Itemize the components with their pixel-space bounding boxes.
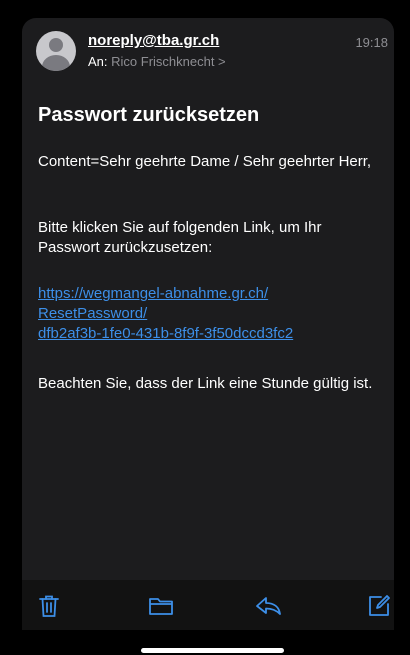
link-line-3[interactable]: dfb2af3b-1fe0-431b-8f9f-3f50dccd3fc2 — [38, 324, 383, 344]
instruction-text: Bitte klicken Sie auf folgenden Link, um… — [38, 219, 322, 256]
greeting-text: Content=Sehr geehrte Dame / Sehr geehrte… — [38, 153, 372, 170]
message-subject: Passwort zurücksetzen — [38, 104, 260, 126]
sender-address[interactable]: noreply@tba.gr.ch — [88, 32, 219, 49]
reply-icon[interactable] — [254, 593, 284, 619]
recipient-prefix: An: — [88, 54, 108, 69]
link-line-1[interactable]: https://wegmangel-abnahme.gr.ch/ — [38, 284, 383, 304]
message-body: Passwort zurücksetzen Content=Sehr geehr… — [22, 82, 394, 580]
link-line-2[interactable]: ResetPassword/ — [38, 304, 383, 324]
home-indicator[interactable] — [141, 648, 284, 653]
validity-note: Beachten Sie, dass der Link eine Stunde … — [38, 375, 373, 392]
folder-icon[interactable] — [147, 593, 175, 619]
recipient-name[interactable]: Rico Frischknecht > — [111, 54, 226, 69]
compose-icon[interactable] — [366, 593, 392, 619]
bottom-toolbar — [22, 580, 394, 630]
sender-avatar[interactable] — [36, 31, 76, 71]
recipient-line[interactable]: An: Rico Frischknecht > — [88, 54, 226, 69]
message-time: 19:18 — [355, 35, 388, 50]
reset-password-link[interactable]: https://wegmangel-abnahme.gr.ch/ ResetPa… — [38, 284, 383, 344]
message-header: noreply@tba.gr.ch An: Rico Frischknecht … — [22, 18, 394, 82]
trash-icon[interactable] — [36, 593, 62, 619]
